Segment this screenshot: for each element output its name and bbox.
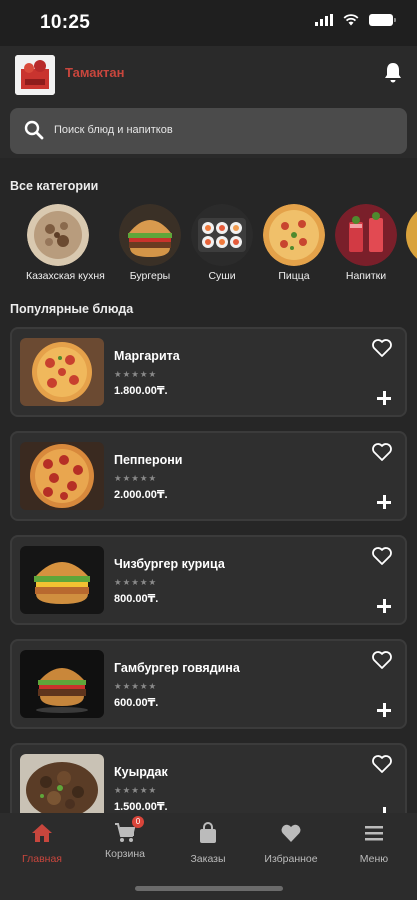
rating-stars: ★★★★★ xyxy=(114,577,158,587)
tab-label: Главная xyxy=(22,853,62,865)
notification-bell-icon[interactable] xyxy=(383,62,403,84)
popular-title: Популярные блюда xyxy=(10,302,134,316)
tab-home[interactable]: Главная xyxy=(2,822,82,865)
status-time: 10:25 xyxy=(40,12,91,33)
category-label: Бургеры xyxy=(129,270,171,282)
dish-image-kuyrdak xyxy=(20,754,104,822)
dish-name: Маргарита xyxy=(114,349,180,363)
rating-stars: ★★★★★ xyxy=(114,369,158,379)
search-placeholder: Поиск блюд и напитков xyxy=(54,124,173,136)
favorite-heart-icon[interactable] xyxy=(371,338,393,358)
add-to-cart-plus-icon[interactable] xyxy=(377,703,391,717)
orders-bag-icon xyxy=(200,822,216,843)
category-label: Напитки xyxy=(345,270,387,282)
home-indicator[interactable] xyxy=(135,886,283,891)
menu-icon xyxy=(365,826,383,841)
dish-price: 600.00₸. xyxy=(114,697,159,709)
dish-image-pepperoni xyxy=(20,442,104,510)
status-icons xyxy=(315,14,396,26)
add-to-cart-plus-icon[interactable] xyxy=(377,599,391,613)
signal-icon xyxy=(315,14,333,26)
battery-icon xyxy=(369,14,396,26)
add-to-cart-plus-icon[interactable] xyxy=(377,391,391,405)
search-bar[interactable]: Поиск блюд и напитков xyxy=(10,108,407,154)
tab-cart[interactable]: 0 Корзина xyxy=(85,816,165,860)
dish-price: 800.00₸. xyxy=(114,593,159,605)
tab-orders[interactable]: Заказы xyxy=(168,822,248,865)
dish-price: 1.500.00₸. xyxy=(114,801,168,813)
dish-card[interactable]: Пепперони ★★★★★ 2.000.00₸. xyxy=(10,431,407,521)
tab-label: Меню xyxy=(359,853,389,865)
dish-card[interactable]: Гамбургер говядина ★★★★★ 600.00₸. xyxy=(10,639,407,729)
category-kazakh-cuisine[interactable]: Казахская кухня xyxy=(26,204,105,282)
category-sushi[interactable]: Суши xyxy=(190,204,254,282)
category-label: Суши xyxy=(208,270,236,282)
home-icon xyxy=(32,824,52,842)
add-to-cart-plus-icon[interactable] xyxy=(377,495,391,509)
dish-card[interactable]: Маргарита ★★★★★ 1.800.00₸. xyxy=(10,327,407,417)
category-label: Казахская кухня xyxy=(26,270,105,282)
rating-stars: ★★★★★ xyxy=(114,785,158,795)
tab-label: Избранное xyxy=(264,853,318,865)
category-label: Пицца xyxy=(278,270,310,282)
category-drinks[interactable]: Напитки xyxy=(334,204,398,282)
dish-name: Пепперони xyxy=(114,453,183,467)
dish-image-chicken-cheeseburger xyxy=(20,546,104,614)
favorite-heart-icon[interactable] xyxy=(371,754,393,774)
sushi-image xyxy=(191,204,253,266)
favorite-heart-icon[interactable] xyxy=(371,546,393,566)
heart-icon xyxy=(281,824,301,842)
favorite-heart-icon[interactable] xyxy=(371,442,393,462)
tab-label: Заказы xyxy=(190,853,226,865)
rating-stars: ★★★★★ xyxy=(114,473,158,483)
app-header: Тамактан Поиск блюд и напитков xyxy=(0,46,417,158)
pizza-image xyxy=(263,204,325,266)
search-icon xyxy=(24,120,44,140)
favorite-heart-icon[interactable] xyxy=(371,650,393,670)
dish-name: Чизбургер курица xyxy=(114,557,225,571)
category-pizza[interactable]: Пицца xyxy=(262,204,326,282)
tab-menu[interactable]: Меню xyxy=(334,822,414,865)
tab-favorites[interactable]: Избранное xyxy=(251,822,331,865)
cart-icon-wrapper: 0 xyxy=(114,816,144,844)
burger-image xyxy=(119,204,181,266)
dish-image-margherita xyxy=(20,338,104,406)
dish-name: Гамбургер говядина xyxy=(114,661,240,675)
dish-name: Куырдак xyxy=(114,765,168,779)
tab-label: Корзина xyxy=(105,848,145,860)
category-burgers[interactable]: Бургеры xyxy=(118,204,182,282)
app-logo xyxy=(15,55,55,95)
dish-image-beef-hamburger xyxy=(20,650,104,718)
dish-card[interactable]: Чизбургер курица ★★★★★ 800.00₸. xyxy=(10,535,407,625)
categories-title: Все категории xyxy=(10,179,99,193)
cart-count-badge: 0 xyxy=(132,816,144,828)
status-bar: 10:25 xyxy=(0,0,417,46)
drinks-image xyxy=(335,204,397,266)
dish-price: 1.800.00₸. xyxy=(114,385,168,397)
wifi-icon xyxy=(343,14,359,26)
rating-stars: ★★★★★ xyxy=(114,681,158,691)
app-title: Тамактан xyxy=(65,65,125,80)
category-partial-image[interactable] xyxy=(406,204,417,266)
kazakh-cuisine-image xyxy=(27,204,89,266)
dish-price: 2.000.00₸. xyxy=(114,489,168,501)
